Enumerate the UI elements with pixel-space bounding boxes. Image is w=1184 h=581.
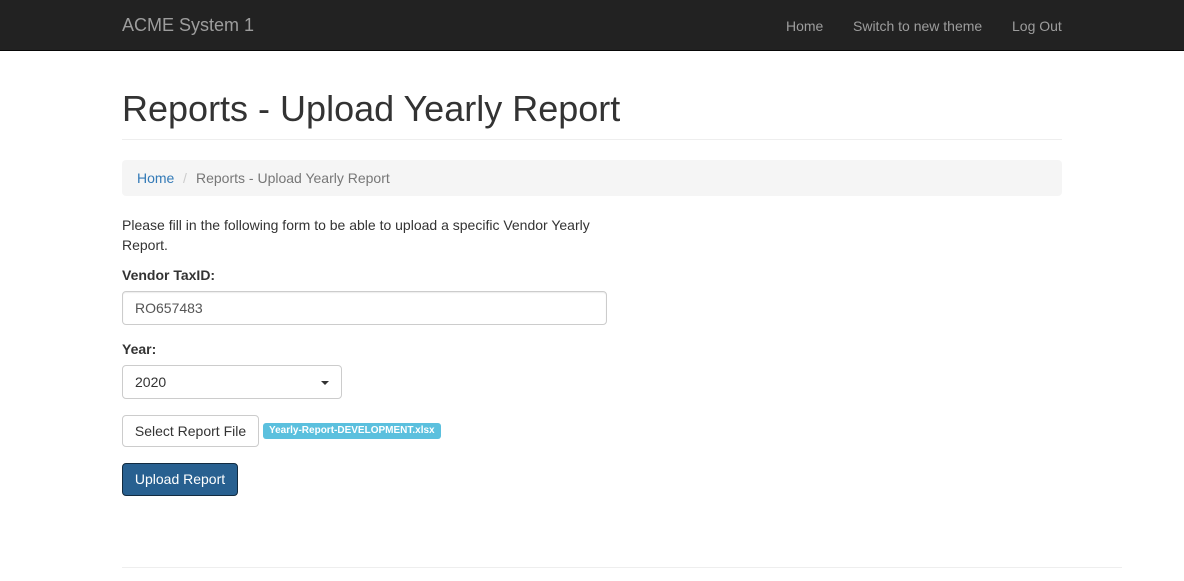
caret-down-icon bbox=[321, 381, 329, 385]
breadcrumb: Home / Reports - Upload Yearly Report bbox=[122, 160, 1062, 196]
vendor-taxid-input[interactable] bbox=[122, 291, 607, 325]
year-selected-value: 2020 bbox=[135, 374, 167, 390]
brand-link[interactable]: ACME System 1 bbox=[122, 15, 254, 35]
page-title: Reports - Upload Yearly Report bbox=[122, 88, 621, 129]
breadcrumb-separator: / bbox=[183, 170, 187, 186]
vendor-taxid-label: Vendor TaxID: bbox=[122, 267, 216, 283]
select-report-file-button[interactable]: Select Report File bbox=[122, 415, 259, 447]
nav-switch-theme-link[interactable]: Switch to new theme bbox=[853, 16, 982, 36]
upload-report-button[interactable]: Upload Report bbox=[122, 463, 238, 496]
year-label: Year: bbox=[122, 341, 157, 357]
footer-divider bbox=[122, 567, 1122, 568]
year-select[interactable]: 2020 bbox=[122, 365, 342, 399]
title-divider bbox=[122, 139, 1062, 140]
breadcrumb-home-link[interactable]: Home bbox=[137, 169, 174, 187]
top-navbar: ACME System 1 Home Switch to new theme L… bbox=[0, 0, 1184, 51]
breadcrumb-current: Reports - Upload Yearly Report bbox=[196, 170, 390, 186]
nav-home-link[interactable]: Home bbox=[786, 16, 823, 36]
selected-file-badge: Yearly-Report-DEVELOPMENT.xlsx bbox=[263, 423, 441, 439]
form-intro-text: Please fill in the following form to be … bbox=[122, 217, 590, 253]
nav-logout-link[interactable]: Log Out bbox=[1012, 16, 1062, 36]
